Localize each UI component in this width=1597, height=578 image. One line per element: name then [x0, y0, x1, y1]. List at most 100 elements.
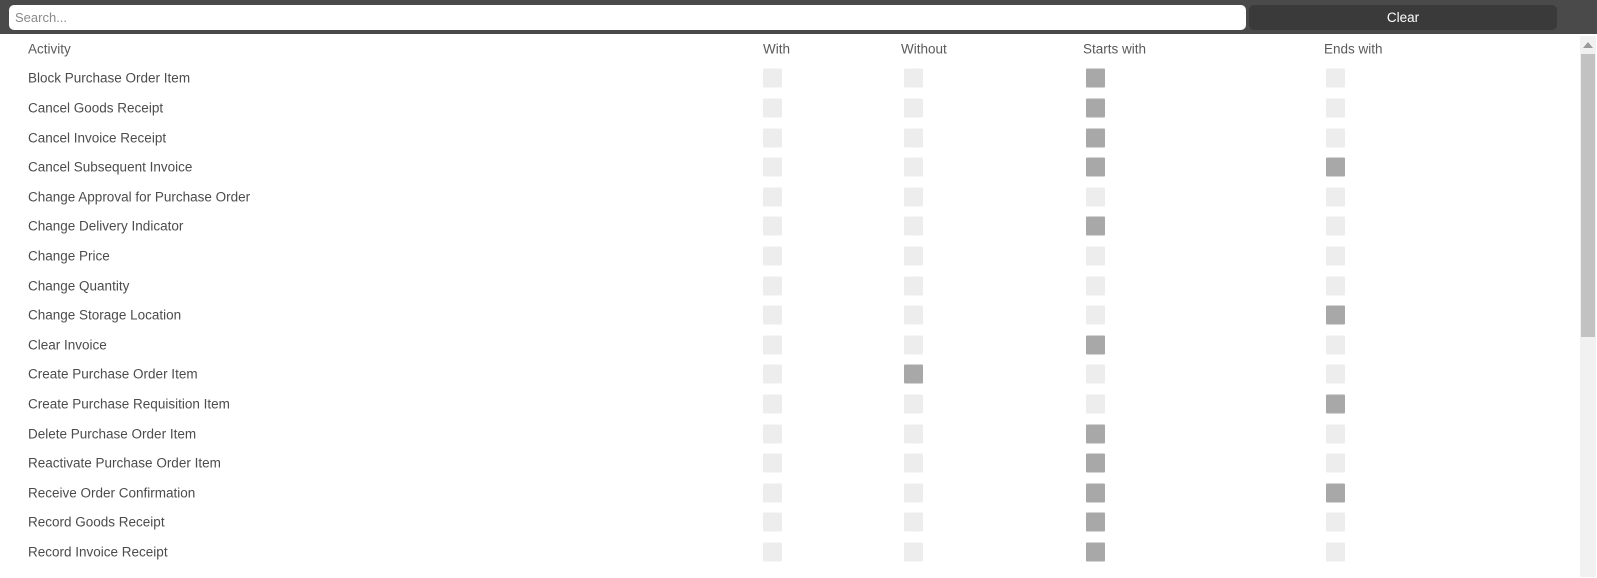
checkbox-without[interactable]	[904, 98, 923, 118]
checkbox-with[interactable]	[763, 246, 782, 266]
checkbox-ends-with[interactable]	[1326, 394, 1345, 414]
checkbox-with[interactable]	[763, 157, 782, 177]
table-row: Record Invoice Receipt	[0, 537, 1535, 567]
vertical-scrollbar[interactable]	[1580, 36, 1596, 577]
checkbox-starts-with[interactable]	[1086, 335, 1105, 355]
checkbox-with[interactable]	[763, 453, 782, 473]
checkbox-without[interactable]	[904, 424, 923, 444]
clear-button[interactable]: Clear	[1249, 4, 1557, 30]
table-row: Cancel Subsequent Invoice	[0, 152, 1535, 182]
checkbox-without[interactable]	[904, 453, 923, 473]
checkbox-without[interactable]	[904, 276, 923, 296]
checkbox-without[interactable]	[904, 157, 923, 177]
column-header-without: Without	[901, 41, 947, 57]
activity-label: Reactivate Purchase Order Item	[28, 455, 221, 471]
checkbox-ends-with[interactable]	[1326, 216, 1345, 236]
checkbox-ends-with[interactable]	[1326, 335, 1345, 355]
checkbox-with[interactable]	[763, 364, 782, 384]
checkbox-starts-with[interactable]	[1086, 276, 1105, 296]
checkbox-with[interactable]	[763, 276, 782, 296]
checkbox-with[interactable]	[763, 98, 782, 118]
checkbox-with[interactable]	[763, 542, 782, 562]
checkbox-with[interactable]	[763, 394, 782, 414]
checkbox-starts-with[interactable]	[1086, 453, 1105, 473]
checkbox-starts-with[interactable]	[1086, 187, 1105, 207]
activity-label: Change Approval for Purchase Order	[28, 189, 251, 205]
checkbox-without[interactable]	[904, 216, 923, 236]
checkbox-with[interactable]	[763, 483, 782, 503]
checkbox-ends-with[interactable]	[1326, 453, 1345, 473]
activity-label: Receive Order Confirmation	[28, 485, 196, 501]
checkbox-starts-with[interactable]	[1086, 483, 1105, 503]
checkbox-ends-with[interactable]	[1326, 157, 1345, 177]
checkbox-with[interactable]	[763, 187, 782, 207]
checkbox-starts-with[interactable]	[1086, 128, 1105, 148]
activity-label: Create Purchase Requisition Item	[28, 396, 230, 412]
checkbox-with[interactable]	[763, 68, 782, 88]
checkbox-ends-with[interactable]	[1326, 512, 1345, 532]
search-input[interactable]	[9, 4, 1246, 30]
checkbox-starts-with[interactable]	[1086, 216, 1105, 236]
checkbox-without[interactable]	[904, 512, 923, 532]
activity-label: Create Purchase Order Item	[28, 366, 198, 382]
checkbox-without[interactable]	[904, 364, 923, 384]
activity-filter-table: Activity With Without Starts with Ends w…	[0, 34, 1597, 578]
checkbox-with[interactable]	[763, 512, 782, 532]
table-row: Record Goods Receipt	[0, 508, 1535, 538]
checkbox-with[interactable]	[763, 305, 782, 325]
activity-label: Cancel Subsequent Invoice	[28, 159, 193, 175]
checkbox-with[interactable]	[763, 335, 782, 355]
checkbox-starts-with[interactable]	[1086, 68, 1105, 88]
checkbox-ends-with[interactable]	[1326, 68, 1345, 88]
checkbox-ends-with[interactable]	[1326, 305, 1345, 325]
checkbox-ends-with[interactable]	[1326, 364, 1345, 384]
checkbox-without[interactable]	[904, 335, 923, 355]
checkbox-ends-with[interactable]	[1326, 128, 1345, 148]
checkbox-ends-with[interactable]	[1326, 246, 1345, 266]
checkbox-without[interactable]	[904, 128, 923, 148]
column-header-activity: Activity	[28, 41, 71, 57]
checkbox-without[interactable]	[904, 394, 923, 414]
checkbox-with[interactable]	[763, 128, 782, 148]
checkbox-with[interactable]	[763, 424, 782, 444]
checkbox-without[interactable]	[904, 187, 923, 207]
checkbox-without[interactable]	[904, 542, 923, 562]
checkbox-starts-with[interactable]	[1086, 157, 1105, 177]
checkbox-starts-with[interactable]	[1086, 98, 1105, 118]
checkbox-without[interactable]	[904, 246, 923, 266]
checkbox-ends-with[interactable]	[1326, 542, 1345, 562]
table-row: Cancel Invoice Receipt	[0, 123, 1535, 153]
table-row: Create Purchase Requisition Item	[0, 389, 1535, 419]
activity-label: Change Price	[28, 248, 110, 264]
checkbox-starts-with[interactable]	[1086, 364, 1105, 384]
table-row: Reactivate Purchase Order Item	[0, 448, 1535, 478]
activity-label: Clear Invoice	[28, 337, 107, 353]
checkbox-starts-with[interactable]	[1086, 394, 1105, 414]
table-row: Receive Order Confirmation	[0, 478, 1535, 508]
table-row: Clear Invoice	[0, 330, 1535, 360]
checkbox-starts-with[interactable]	[1086, 512, 1105, 532]
table-row: Change Storage Location	[0, 300, 1535, 330]
checkbox-with[interactable]	[763, 216, 782, 236]
checkbox-without[interactable]	[904, 68, 923, 88]
checkbox-ends-with[interactable]	[1326, 187, 1345, 207]
activity-label: Change Delivery Indicator	[28, 218, 184, 234]
checkbox-ends-with[interactable]	[1326, 276, 1345, 296]
checkbox-starts-with[interactable]	[1086, 542, 1105, 562]
checkbox-without[interactable]	[904, 483, 923, 503]
activity-label: Record Invoice Receipt	[28, 544, 168, 560]
activity-label: Block Purchase Order Item	[28, 70, 191, 86]
activity-label: Change Storage Location	[28, 307, 182, 323]
checkbox-starts-with[interactable]	[1086, 424, 1105, 444]
activity-label: Change Quantity	[28, 278, 130, 294]
table-row: Create Purchase Order Item	[0, 360, 1535, 390]
checkbox-starts-with[interactable]	[1086, 246, 1105, 266]
checkbox-ends-with[interactable]	[1326, 424, 1345, 444]
scrollbar-thumb[interactable]	[1581, 54, 1595, 337]
checkbox-ends-with[interactable]	[1326, 98, 1345, 118]
checkbox-starts-with[interactable]	[1086, 305, 1105, 325]
chevron-up-icon[interactable]	[1580, 38, 1596, 52]
checkbox-without[interactable]	[904, 305, 923, 325]
table-row: Change Price	[0, 241, 1535, 271]
checkbox-ends-with[interactable]	[1326, 483, 1345, 503]
